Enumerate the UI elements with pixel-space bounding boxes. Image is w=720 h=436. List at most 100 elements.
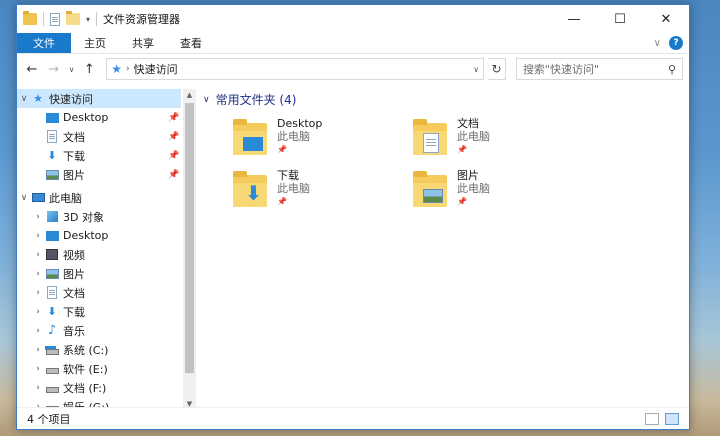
properties-icon[interactable] bbox=[50, 12, 60, 26]
3d-objects-icon bbox=[45, 210, 59, 224]
expand-chevron-icon[interactable]: › bbox=[31, 345, 45, 355]
folder-location: 此电脑 bbox=[457, 130, 490, 143]
search-input[interactable] bbox=[522, 62, 668, 76]
quick-access-star-icon: ★ bbox=[111, 62, 123, 76]
expand-chevron-icon[interactable]: › bbox=[31, 288, 45, 298]
video-icon bbox=[45, 248, 59, 262]
drive-icon bbox=[45, 381, 59, 395]
nav-pc-drive-f[interactable]: › 文档 (F:) bbox=[17, 378, 181, 397]
breadcrumb-quick-access[interactable]: 快速访问 bbox=[134, 61, 178, 77]
collapse-chevron-icon[interactable]: ∨ bbox=[17, 94, 31, 104]
ribbon-tabs: 文件 主页 共享 查看 ∨ ? bbox=[17, 33, 689, 54]
folder-tile[interactable]: 图片 此电脑 📌 bbox=[413, 169, 583, 215]
folder-name: Desktop bbox=[277, 117, 323, 130]
download-icon: ⬇ bbox=[47, 149, 57, 162]
title-bar: ▾ 文件资源管理器 — ☐ ✕ bbox=[17, 5, 689, 33]
folder-tile[interactable]: ⬇ 下载 此电脑 📌 bbox=[233, 169, 403, 215]
address-dropdown-icon[interactable]: ∨ bbox=[473, 65, 479, 74]
recent-locations-button[interactable]: ∨ bbox=[67, 59, 77, 79]
downloads-folder-icon: ⬇ bbox=[233, 171, 269, 211]
folder-location: 此电脑 bbox=[457, 182, 490, 195]
nav-pc-3d-objects[interactable]: › 3D 对象 bbox=[17, 207, 181, 226]
up-button[interactable]: ↑ bbox=[80, 59, 98, 79]
tab-home[interactable]: 主页 bbox=[71, 33, 119, 53]
pin-icon[interactable]: 📌 bbox=[167, 132, 181, 142]
scroll-thumb[interactable] bbox=[185, 103, 194, 373]
file-explorer-window: ▾ 文件资源管理器 — ☐ ✕ 文件 主页 共享 查看 ∨ ? ← → ∨ ↑ … bbox=[16, 4, 690, 430]
expand-chevron-icon[interactable]: › bbox=[31, 307, 45, 317]
pin-icon[interactable]: 📌 bbox=[167, 170, 181, 180]
expand-chevron-icon[interactable]: › bbox=[31, 231, 45, 241]
quick-access-toolbar: ▾ bbox=[17, 5, 98, 33]
expand-ribbon-icon[interactable]: ∨ bbox=[654, 38, 661, 49]
nav-pc-drive-c[interactable]: › 系统 (C:) bbox=[17, 340, 181, 359]
folder-tile[interactable]: Desktop 此电脑 📌 bbox=[233, 117, 403, 163]
tab-file[interactable]: 文件 bbox=[17, 33, 71, 53]
navigation-pane: ∨ ★ 快速访问 Desktop 📌 文档 📌 ⬇ 下载 📌 图片 📌 ∨ 此电… bbox=[17, 89, 181, 410]
address-bar[interactable]: ★ › 快速访问 ∨ bbox=[106, 58, 485, 80]
close-button[interactable]: ✕ bbox=[643, 5, 689, 33]
back-button[interactable]: ← bbox=[23, 59, 41, 79]
picture-icon bbox=[45, 168, 59, 182]
expand-chevron-icon[interactable]: › bbox=[31, 383, 45, 393]
nav-quick-access[interactable]: ∨ ★ 快速访问 bbox=[17, 89, 181, 108]
large-icons-view-icon[interactable] bbox=[665, 412, 679, 425]
drive-icon bbox=[45, 362, 59, 376]
nav-quick-desktop[interactable]: Desktop 📌 bbox=[17, 108, 181, 127]
pin-icon[interactable]: 📌 bbox=[167, 113, 181, 123]
maximize-button[interactable]: ☐ bbox=[597, 5, 643, 33]
refresh-button[interactable]: ↻ bbox=[488, 58, 506, 80]
details-view-icon[interactable] bbox=[645, 412, 659, 425]
collapse-chevron-icon[interactable]: ∨ bbox=[17, 193, 31, 203]
folder-name: 下载 bbox=[277, 169, 299, 182]
expand-chevron-icon[interactable]: › bbox=[31, 250, 45, 260]
folder-tile[interactable]: 文档 此电脑 📌 bbox=[413, 117, 583, 163]
tab-share[interactable]: 共享 bbox=[119, 33, 167, 53]
window-controls: — ☐ ✕ bbox=[551, 5, 689, 33]
nav-quick-downloads[interactable]: ⬇ 下载 📌 bbox=[17, 146, 181, 165]
nav-scrollbar[interactable]: ▲ ▼ bbox=[183, 89, 196, 410]
documents-folder-icon bbox=[413, 119, 449, 159]
pin-icon: 📌 bbox=[457, 145, 467, 154]
forward-button[interactable]: → bbox=[45, 59, 63, 79]
pictures-folder-icon bbox=[413, 171, 449, 211]
nav-quick-pictures[interactable]: 图片 📌 bbox=[17, 165, 181, 184]
window-title: 文件资源管理器 bbox=[103, 13, 181, 26]
item-count: 4 个项目 bbox=[27, 412, 71, 426]
new-folder-icon[interactable] bbox=[66, 11, 80, 25]
nav-pc-drive-e[interactable]: › 软件 (E:) bbox=[17, 359, 181, 378]
desktop-icon bbox=[45, 111, 59, 125]
system-drive-icon bbox=[45, 343, 59, 357]
collapse-group-icon[interactable]: ∨ bbox=[203, 95, 210, 105]
nav-quick-documents[interactable]: 文档 📌 bbox=[17, 127, 181, 146]
minimize-button[interactable]: — bbox=[551, 5, 597, 33]
nav-pc-documents[interactable]: › 文档 bbox=[17, 283, 181, 302]
nav-pc-music[interactable]: › ♪ 音乐 bbox=[17, 321, 181, 340]
desktop-folder-icon bbox=[233, 119, 269, 159]
nav-this-pc[interactable]: ∨ 此电脑 bbox=[17, 188, 181, 207]
expand-chevron-icon[interactable]: › bbox=[31, 364, 45, 374]
nav-pc-desktop[interactable]: › Desktop bbox=[17, 226, 181, 245]
customize-toolbar-icon[interactable]: ▾ bbox=[86, 15, 90, 24]
tab-view[interactable]: 查看 bbox=[167, 33, 215, 53]
desktop-wallpaper-right bbox=[690, 0, 720, 436]
group-title: 常用文件夹 (4) bbox=[215, 93, 297, 107]
search-box[interactable]: ⚲ bbox=[515, 58, 683, 80]
group-header-frequent-folders[interactable]: ∨ 常用文件夹 (4) bbox=[203, 91, 296, 108]
content-pane: ∨ 常用文件夹 (4) Desktop 此电脑 📌 文档 此电脑 📌 ⬇ 下载 … bbox=[197, 85, 689, 410]
nav-pc-downloads[interactable]: › ⬇ 下载 bbox=[17, 302, 181, 321]
quick-access-star-icon: ★ bbox=[33, 92, 43, 105]
help-icon[interactable]: ? bbox=[669, 36, 683, 50]
search-icon[interactable]: ⚲ bbox=[668, 63, 676, 76]
nav-pc-pictures[interactable]: › 图片 bbox=[17, 264, 181, 283]
scroll-up-icon[interactable]: ▲ bbox=[183, 89, 196, 101]
music-icon: ♪ bbox=[47, 323, 57, 338]
expand-chevron-icon[interactable]: › bbox=[31, 269, 45, 279]
expand-chevron-icon[interactable]: › bbox=[31, 212, 45, 222]
pin-icon: 📌 bbox=[457, 197, 467, 206]
nav-pc-videos[interactable]: › 视频 bbox=[17, 245, 181, 264]
breadcrumb-separator[interactable]: › bbox=[126, 64, 130, 74]
expand-chevron-icon[interactable]: › bbox=[31, 326, 45, 336]
status-bar: 4 个项目 bbox=[17, 407, 689, 429]
pin-icon[interactable]: 📌 bbox=[167, 151, 181, 161]
